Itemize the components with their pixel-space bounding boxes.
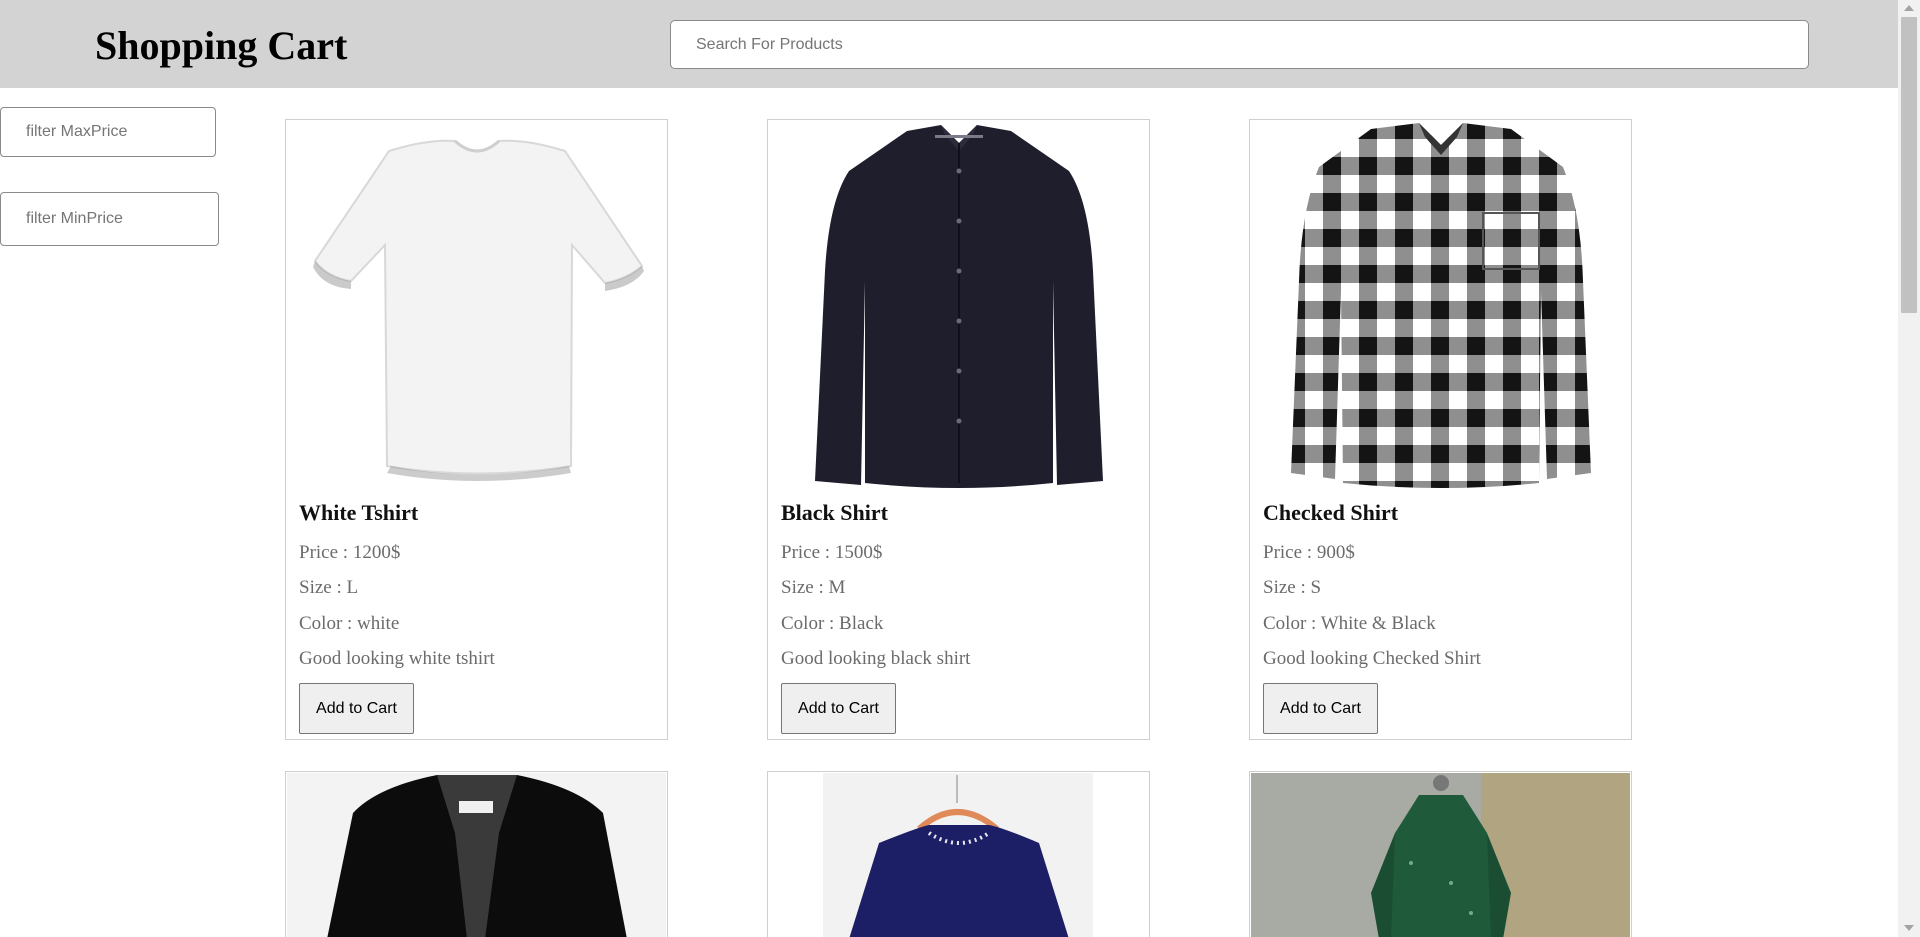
scroll-thumb[interactable] — [1901, 17, 1917, 313]
add-to-cart-button[interactable]: Add to Cart — [299, 683, 414, 734]
add-to-cart-button[interactable]: Add to Cart — [1263, 683, 1378, 734]
filter-max-price-input[interactable] — [0, 107, 216, 157]
product-name: White Tshirt — [299, 500, 419, 525]
product-card: White Tshirt Price : 1200$ Size : L Colo… — [285, 119, 668, 740]
product-card — [767, 771, 1150, 937]
product-description: Good looking white tshirt — [299, 648, 495, 669]
page-title: Shopping Cart — [95, 23, 348, 68]
product-description: Good looking black shirt — [781, 648, 971, 669]
product-name: Black Shirt — [781, 500, 888, 525]
product-card — [285, 771, 668, 937]
product-color: Color : white — [299, 613, 400, 634]
filter-min-price-input[interactable] — [0, 192, 219, 246]
scrollbar[interactable] — [1898, 0, 1920, 937]
product-color: Color : White & Black — [1263, 613, 1436, 634]
checked-shirt-image — [1251, 121, 1630, 495]
header-bar: Shopping Cart — [0, 0, 1898, 88]
green-dress-image — [1251, 773, 1630, 937]
product-size: Size : M — [781, 577, 846, 598]
product-card: Checked Shirt Price : 900$ Size : S Colo… — [1249, 119, 1632, 740]
product-description: Good looking Checked Shirt — [1263, 648, 1481, 669]
product-card — [1249, 771, 1632, 937]
product-color: Color : Black — [781, 613, 884, 634]
product-name: Checked Shirt — [1263, 500, 1399, 525]
search-input[interactable] — [670, 20, 1809, 69]
black-blazer-image — [287, 773, 666, 937]
product-card: Black Shirt Price : 1500$ Size : M Color… — [767, 119, 1150, 740]
product-price: Price : 900$ — [1263, 542, 1355, 563]
black-shirt-image — [769, 121, 1148, 495]
product-size: Size : S — [1263, 577, 1322, 598]
white-tshirt-image — [287, 121, 666, 495]
scroll-up-arrow-icon[interactable] — [1904, 5, 1914, 11]
product-price: Price : 1500$ — [781, 542, 883, 563]
product-size: Size : L — [299, 577, 359, 598]
navy-blouse-image — [769, 773, 1148, 937]
add-to-cart-button[interactable]: Add to Cart — [781, 683, 896, 734]
scroll-down-arrow-icon[interactable] — [1904, 925, 1914, 931]
product-price: Price : 1200$ — [299, 542, 401, 563]
